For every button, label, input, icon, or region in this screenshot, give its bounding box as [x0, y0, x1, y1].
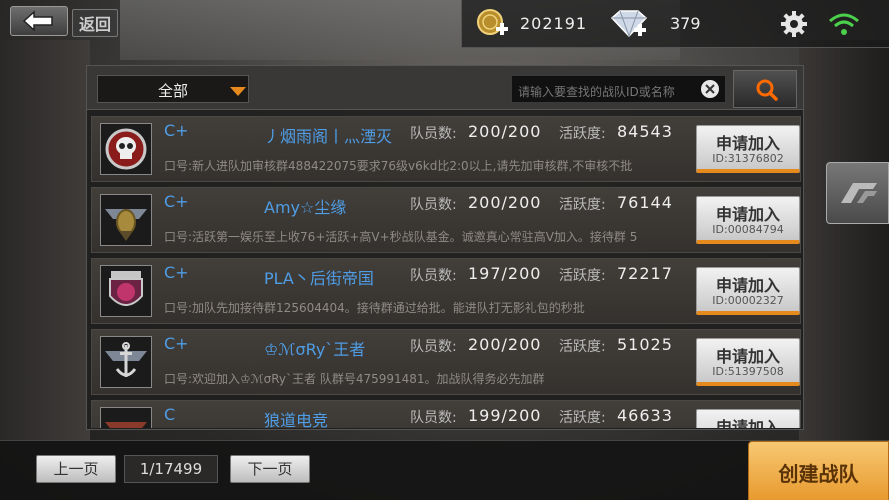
apply-join-label: 申请加入: [715, 347, 780, 366]
dropdown-selected: 全部: [158, 82, 189, 100]
coin-amount: 202191: [520, 14, 588, 33]
crossfire-logo-icon: [841, 183, 877, 203]
clan-rank: C+: [164, 192, 189, 211]
clan-emblem: [100, 265, 152, 317]
diamond-plus-icon[interactable]: [608, 8, 650, 40]
activity-label: 活跃度:: [559, 197, 606, 213]
member-count-label: 队员数:: [410, 339, 457, 355]
chevron-down-icon: [230, 87, 246, 96]
next-page-button[interactable]: 下一页: [230, 455, 310, 483]
apply-join-label: 申请加入: [715, 418, 780, 428]
clan-id: ID:51397508: [712, 365, 784, 378]
wifi-icon: [829, 13, 859, 35]
gear-icon[interactable]: [780, 10, 808, 38]
clan-id: ID:00002327: [712, 294, 784, 307]
close-icon[interactable]: [700, 79, 720, 99]
clan-emblem: [100, 336, 152, 388]
currency-bar: 202191 379: [461, 0, 889, 48]
clan-emblem: [100, 407, 152, 428]
grenade-emblem-icon: [105, 209, 147, 241]
member-count: 200/200: [468, 122, 542, 141]
diamond-amount: 379: [670, 14, 701, 33]
clan-name: Amy☆尘缘: [264, 198, 347, 217]
apply-join-label: 申请加入: [715, 276, 780, 295]
create-clan-button[interactable]: 创建战队: [748, 441, 889, 500]
anchor-emblem-icon: [105, 342, 147, 377]
activity-value: 76144: [617, 193, 673, 212]
clan-rank: C+: [164, 121, 189, 140]
member-count: 200/200: [468, 335, 542, 354]
apply-join-button[interactable]: 申请加入 ID:31376802: [696, 125, 800, 173]
clan-name: 狼道电竞: [264, 411, 329, 428]
create-clan-label: 创建战队: [778, 462, 859, 486]
apply-join-button[interactable]: 申请加入 ID:00084794: [696, 196, 800, 244]
member-count-label: 队员数:: [410, 410, 457, 426]
clan-slogan: 口号:活跃第一娱乐至上收76+活跃+高V+秒战队基金。诚邀真心常驻高V加入。接待…: [164, 230, 638, 244]
apply-join-button[interactable]: 申请加入 ID:51397508: [696, 338, 800, 386]
member-count-label: 队员数:: [410, 197, 457, 213]
search-icon: [756, 79, 778, 101]
clan-name: PLA丶后街帝国: [264, 269, 374, 288]
activity-value: 51025: [617, 335, 673, 354]
member-count: 197/200: [468, 264, 542, 283]
clan-id: ID:31376802: [712, 152, 784, 165]
clan-name: ♔ℳσRy`王者: [264, 340, 366, 359]
clan-row: C+ ♔ℳσRy`王者 队员数: 200/200 活跃度: 51025 口号:欢…: [91, 329, 801, 395]
category-dropdown[interactable]: 全部: [97, 75, 249, 103]
clan-row: C+ PLA丶后街帝国 队员数: 197/200 活跃度: 72217 口号:加…: [91, 258, 801, 324]
clan-row: C+ Amy☆尘缘 队员数: 200/200 活跃度: 76144 口号:活跃第…: [91, 187, 801, 253]
skull-emblem-icon: [105, 128, 147, 170]
activity-label: 活跃度:: [559, 126, 606, 142]
wing-emblem-icon: [105, 422, 147, 428]
search-button[interactable]: [733, 70, 797, 108]
background-right-wall: [799, 40, 889, 440]
clan-row: C+ 丿烟雨阁丨灬湮灭 队员数: 200/200 活跃度: 84543 口号:新…: [91, 116, 801, 182]
activity-label: 活跃度:: [559, 339, 606, 355]
pagination-bar: 上一页 1/17499 下一页 创建战队: [0, 440, 889, 500]
clan-rank: C: [164, 405, 176, 424]
clan-rank: C+: [164, 334, 189, 353]
activity-label: 活跃度:: [559, 268, 606, 284]
member-count-label: 队员数:: [410, 126, 457, 142]
clan-rank: C+: [164, 263, 189, 282]
activity-value: 46633: [617, 406, 673, 425]
clan-search-input[interactable]: [511, 75, 726, 103]
clan-row: C 狼道电竞 队员数: 199/200 活跃度: 46633 申请加入: [91, 400, 801, 428]
apply-join-label: 申请加入: [715, 205, 780, 224]
clan-slogan: 口号:新人进队加审核群488422075要求76级v6kd比2:0以上,请先加审…: [164, 159, 633, 173]
apply-join-button[interactable]: 申请加入 ID:00002327: [696, 267, 800, 315]
background-left-wall: [0, 40, 90, 440]
clan-emblem: [100, 123, 152, 175]
back-button[interactable]: [10, 6, 68, 36]
clan-emblem: [100, 194, 152, 246]
back-arrow-icon: [22, 10, 53, 32]
activity-value: 84543: [617, 122, 673, 141]
apply-join-label: 申请加入: [715, 134, 780, 153]
activity-value: 72217: [617, 264, 673, 283]
member-count: 200/200: [468, 193, 542, 212]
page-indicator: 1/17499: [124, 455, 218, 483]
gold-coin-plus-icon[interactable]: [476, 8, 510, 40]
clan-slogan: 口号:欢迎加入♔ℳσRy`王者 队群号475991481。加战队得务必先加群: [164, 372, 545, 386]
member-count: 199/200: [468, 406, 542, 425]
clan-name: 丿烟雨阁丨灬湮灭: [264, 127, 393, 146]
prev-page-button[interactable]: 上一页: [36, 455, 116, 483]
member-count-label: 队员数:: [410, 268, 457, 284]
clan-id: ID:00084794: [712, 223, 784, 236]
side-drawer-tab[interactable]: [826, 162, 889, 224]
clan-list-panel: 全部 C+ 丿烟雨阁丨灬: [86, 65, 804, 430]
clan-list[interactable]: C+ 丿烟雨阁丨灬湮灭 队员数: 200/200 活跃度: 84543 口号:新…: [91, 116, 801, 428]
apply-join-button[interactable]: 申请加入: [696, 409, 800, 428]
back-label[interactable]: 返回: [72, 9, 119, 37]
activity-label: 活跃度:: [559, 410, 606, 426]
shield-emblem-icon: [109, 271, 143, 306]
filter-bar: 全部: [87, 66, 803, 110]
clan-slogan: 口号:加队先加接待群125604404。接待群通过给批。能进队打无影礼包的秒批: [164, 301, 585, 315]
